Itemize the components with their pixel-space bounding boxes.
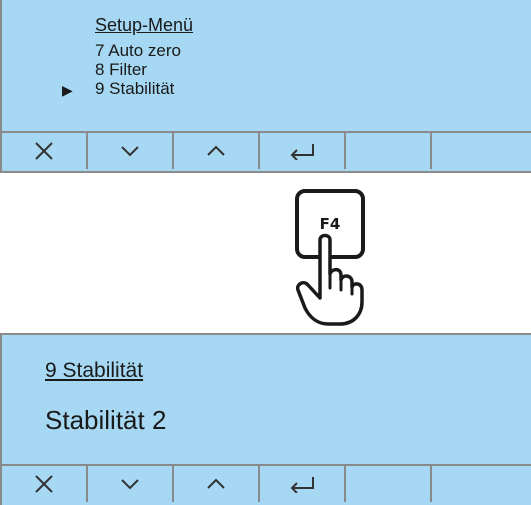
softkey-f3-up[interactable] <box>174 466 260 502</box>
selection-cursor-icon: ▶ <box>62 82 73 98</box>
chevron-down-icon <box>121 479 139 490</box>
softkey-bar <box>2 464 531 502</box>
softkey-f2-down[interactable] <box>88 133 174 169</box>
softkey-f1-cancel[interactable] <box>2 133 88 169</box>
menu-title: Setup-Menü <box>95 15 194 35</box>
f4-key-label: F4 <box>319 215 341 233</box>
softkey-f5-empty[interactable] <box>346 133 432 169</box>
chevron-up-icon <box>207 478 225 489</box>
stage: Setup-Menü 7 Auto zero 8 Filter ▶ 9 Stab… <box>0 0 531 505</box>
softkey-f4-enter[interactable] <box>260 133 346 169</box>
softkey-f6-empty[interactable] <box>432 466 531 502</box>
chevron-up-icon <box>207 145 225 156</box>
close-icon <box>35 475 53 493</box>
softkey-bar <box>2 131 531 169</box>
softkey-f2-down[interactable] <box>88 466 174 502</box>
enter-icon <box>290 144 314 160</box>
menu-item-filter[interactable]: 8 Filter <box>95 61 147 79</box>
close-icon <box>35 142 53 160</box>
lcd-stabilitaet-setting: 9 Stabilität Stabilität 2 <box>0 333 531 505</box>
pointing-hand-icon <box>296 233 364 326</box>
softkey-f1-cancel[interactable] <box>2 466 88 502</box>
menu-item-auto-zero[interactable]: 7 Auto zero <box>95 42 181 60</box>
menu-item-stabilitaet[interactable]: 9 Stabilität <box>95 80 174 98</box>
softkey-f5-empty[interactable] <box>346 466 432 502</box>
setting-value: Stabilität 2 <box>45 405 167 435</box>
enter-icon <box>290 477 314 493</box>
lcd-setup-menu: Setup-Menü 7 Auto zero 8 Filter ▶ 9 Stab… <box>0 0 531 173</box>
softkey-f6-empty[interactable] <box>432 133 531 169</box>
softkey-f3-up[interactable] <box>174 133 260 169</box>
softkey-f4-enter[interactable] <box>260 466 346 502</box>
chevron-down-icon <box>121 146 139 157</box>
setting-title: 9 Stabilität <box>45 359 144 382</box>
